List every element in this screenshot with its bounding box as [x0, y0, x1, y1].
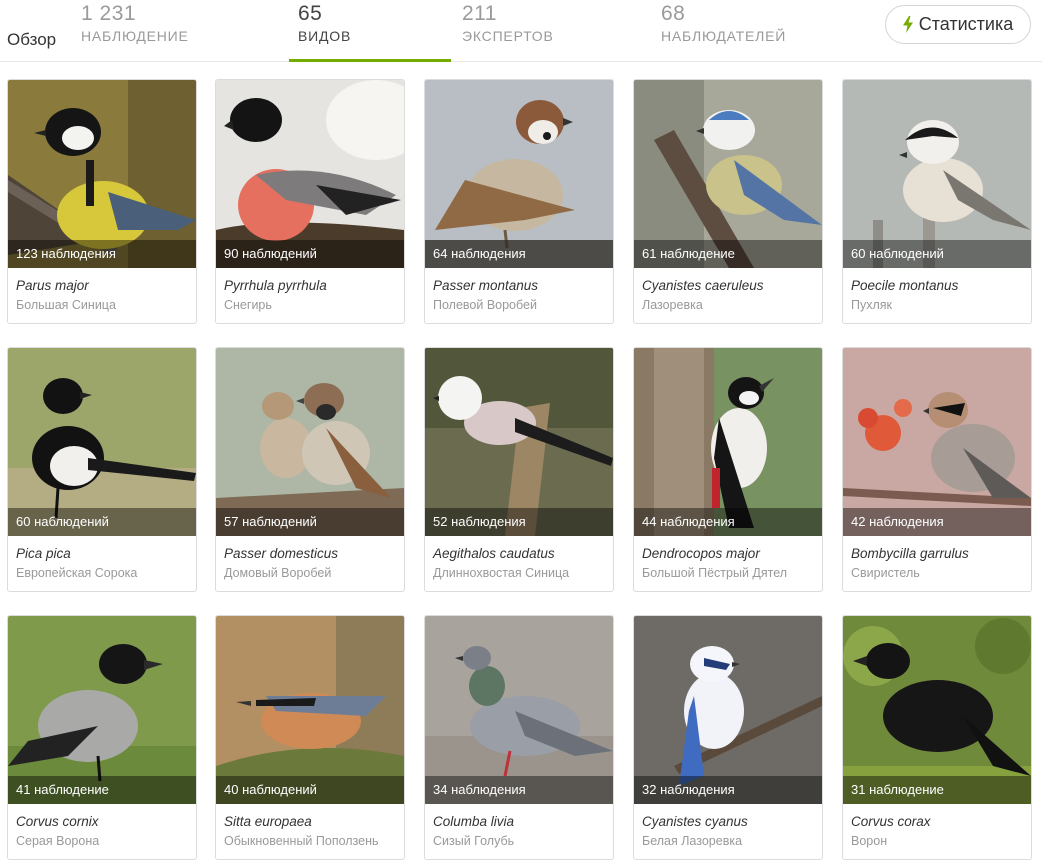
common-name: Ворон: [851, 834, 888, 848]
statistics-button[interactable]: Статистика: [885, 5, 1031, 44]
common-name: Серая Ворона: [16, 834, 100, 848]
lightning-icon: [902, 16, 913, 33]
waxwing-photo: 42 наблюдения: [843, 348, 1031, 536]
stat-value: 68: [661, 2, 686, 25]
scientific-name[interactable]: Corvus cornix: [16, 814, 99, 829]
common-name: Лазоревка: [642, 298, 703, 312]
observation-count: 40 наблюдений: [216, 776, 404, 804]
common-name: Сизый Голубь: [433, 834, 515, 848]
species-card[interactable]: 40 наблюдений Sitta europaea Обыкновенны…: [215, 615, 405, 860]
observation-count: 123 наблюдения: [8, 240, 196, 268]
species-card[interactable]: 64 наблюдения Passer montanus Полевой Во…: [424, 79, 614, 324]
stats-header: Обзор 1 231 НАБЛЮДЕНИЕ 65 ВИДОВ 211 ЭКСП…: [0, 0, 1042, 62]
species-card[interactable]: 52 наблюдения Aegithalos caudatus Длинно…: [424, 347, 614, 592]
common-name: Европейская Сорока: [16, 566, 138, 580]
species-card[interactable]: 123 наблюдения Parus major Большая Синиц…: [7, 79, 197, 324]
observation-count: 32 наблюдения: [634, 776, 822, 804]
common-name: Свиристель: [851, 566, 920, 580]
observation-count: 34 наблюдения: [425, 776, 613, 804]
common-name: Белая Лазоревка: [642, 834, 743, 848]
species-card[interactable]: 31 наблюдение Corvus corax Ворон: [842, 615, 1032, 860]
species-card[interactable]: 57 наблюдений Passer domesticus Домовый …: [215, 347, 405, 592]
stat-label: НАБЛЮДЕНИЕ: [81, 28, 189, 44]
scientific-name[interactable]: Parus major: [16, 278, 89, 293]
great-tit-photo: 123 наблюдения: [8, 80, 196, 268]
stat-experts[interactable]: 211 ЭКСПЕРТОВ: [462, 2, 554, 44]
stat-value: 1 231: [81, 2, 137, 25]
azure-tit-photo: 32 наблюдения: [634, 616, 822, 804]
magpie-photo: 60 наблюдений: [8, 348, 196, 536]
scientific-name[interactable]: Dendrocopos major: [642, 546, 760, 561]
species-card[interactable]: 32 наблюдения Cyanistes cyanus Белая Лаз…: [633, 615, 823, 860]
stat-value: 65: [298, 2, 323, 25]
tree-sparrow-photo: 64 наблюдения: [425, 80, 613, 268]
scientific-name[interactable]: Corvus corax: [851, 814, 931, 829]
scientific-name[interactable]: Poecile montanus: [851, 278, 958, 293]
scientific-name[interactable]: Passer domesticus: [224, 546, 338, 561]
willow-tit-photo: 60 наблюдений: [843, 80, 1031, 268]
scientific-name[interactable]: Passer montanus: [433, 278, 538, 293]
scientific-name[interactable]: Columba livia: [433, 814, 514, 829]
observation-count: 64 наблюдения: [425, 240, 613, 268]
common-name: Обыкновенный Поползень: [224, 834, 379, 848]
observation-count: 52 наблюдения: [425, 508, 613, 536]
pigeon-photo: 34 наблюдения: [425, 616, 613, 804]
observation-count: 44 наблюдения: [634, 508, 822, 536]
stat-value: 211: [462, 2, 497, 25]
stat-observers[interactable]: 68 НАБЛЮДАТЕЛЕЙ: [661, 2, 786, 44]
common-name: Домовый Воробей: [224, 566, 332, 580]
active-tab-indicator: [289, 59, 451, 62]
raven-photo: 31 наблюдение: [843, 616, 1031, 804]
observation-count: 57 наблюдений: [216, 508, 404, 536]
long-tailed-tit-photo: 52 наблюдения: [425, 348, 613, 536]
common-name: Пухляк: [851, 298, 893, 312]
species-card[interactable]: 44 наблюдения Dendrocopos major Большой …: [633, 347, 823, 592]
scientific-name[interactable]: Aegithalos caudatus: [433, 546, 555, 561]
species-card[interactable]: 60 наблюдений Pica pica Европейская Соро…: [7, 347, 197, 592]
stat-label: ЭКСПЕРТОВ: [462, 28, 554, 44]
species-card[interactable]: 61 наблюдение Cyanistes caeruleus Лазоре…: [633, 79, 823, 324]
blue-tit-photo: 61 наблюдение: [634, 80, 822, 268]
statistics-button-label: Статистика: [918, 14, 1014, 34]
hooded-crow-photo: 41 наблюдение: [8, 616, 196, 804]
common-name: Полевой Воробей: [433, 298, 537, 312]
bullfinch-photo: 90 наблюдений: [216, 80, 404, 268]
scientific-name[interactable]: Pyrrhula pyrrhula: [224, 278, 327, 293]
scientific-name[interactable]: Sitta europaea: [224, 814, 312, 829]
common-name: Большой Пёстрый Дятел: [642, 566, 788, 580]
house-sparrow-photo: 57 наблюдений: [216, 348, 404, 536]
observation-count: 41 наблюдение: [8, 776, 196, 804]
observation-count: 61 наблюдение: [634, 240, 822, 268]
observation-count: 31 наблюдение: [843, 776, 1031, 804]
observation-count: 60 наблюдений: [8, 508, 196, 536]
scientific-name[interactable]: Cyanistes caeruleus: [642, 278, 764, 293]
observation-count: 90 наблюдений: [216, 240, 404, 268]
common-name: Длиннохвостая Синица: [433, 566, 570, 580]
scientific-name[interactable]: Bombycilla garrulus: [851, 546, 969, 561]
observation-count: 60 наблюдений: [843, 240, 1031, 268]
species-card[interactable]: 90 наблюдений Pyrrhula pyrrhula Снегирь: [215, 79, 405, 324]
observation-count: 42 наблюдения: [843, 508, 1031, 536]
species-card[interactable]: 60 наблюдений Poecile montanus Пухляк: [842, 79, 1032, 324]
common-name: Большая Синица: [16, 298, 116, 312]
species-card[interactable]: 34 наблюдения Columba livia Сизый Голубь: [424, 615, 614, 860]
stat-label: НАБЛЮДАТЕЛЕЙ: [661, 28, 787, 44]
common-name: Снегирь: [224, 298, 272, 312]
nuthatch-photo: 40 наблюдений: [216, 616, 404, 804]
species-card[interactable]: 42 наблюдения Bombycilla garrulus Свирис…: [842, 347, 1032, 592]
overview-label: Обзор: [7, 30, 57, 49]
woodpecker-photo: 44 наблюдения: [634, 348, 822, 536]
stat-label: ВИДОВ: [298, 28, 352, 44]
stat-observations[interactable]: 1 231 НАБЛЮДЕНИЕ: [81, 2, 189, 44]
species-card[interactable]: 41 наблюдение Corvus cornix Серая Ворона: [7, 615, 197, 860]
stat-species[interactable]: 65 ВИДОВ: [298, 2, 351, 44]
scientific-name[interactable]: Cyanistes cyanus: [642, 814, 748, 829]
scientific-name[interactable]: Pica pica: [16, 546, 71, 561]
